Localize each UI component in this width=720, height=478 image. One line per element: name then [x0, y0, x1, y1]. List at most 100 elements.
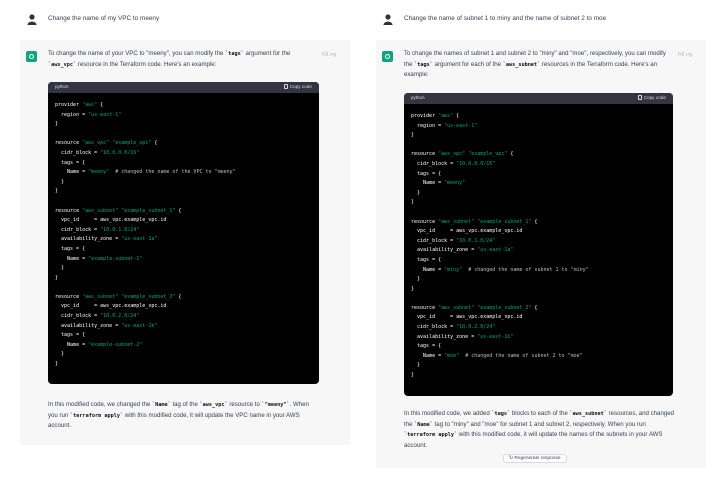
- code-token: availability_zone =: [55, 322, 122, 329]
- code-token: resource: [55, 140, 83, 147]
- code-line: region = "us-east-1": [411, 122, 589, 132]
- code-block: python Copy code provider "aws" { region…: [48, 82, 319, 384]
- code-language-label: python: [411, 95, 425, 100]
- code-token: cidr_block =: [411, 324, 457, 331]
- code-token: resource: [411, 151, 439, 158]
- code-string: "us-east-1b": [121, 322, 158, 329]
- code-line: Name = "example-subnet-2": [55, 341, 236, 351]
- code-token: Name =: [411, 180, 445, 187]
- code-line: resource "aws_subnet" "example_subnet_2"…: [411, 304, 589, 314]
- code-line: tags = {: [55, 245, 236, 255]
- code-token: resource: [411, 304, 439, 311]
- thumbs-up-icon[interactable]: 👍︎: [678, 52, 684, 58]
- code-comment: # changed the name of subnet 2 to "moe": [459, 352, 583, 359]
- code-line: tags = {: [55, 331, 236, 341]
- code-comment: # changed the name of the VPC to "meeny": [109, 169, 236, 176]
- code-line: Name = "example-subnet-1": [55, 255, 236, 265]
- code-token: region =: [55, 111, 89, 118]
- code-line: provider "aws" {: [411, 112, 589, 122]
- code-line: }: [411, 131, 589, 141]
- code-token: {: [531, 304, 538, 311]
- copy-code-label: Copy code: [643, 94, 666, 100]
- code-line: resource "aws_vpc" "example_vpc" {: [411, 150, 589, 160]
- code-token: tags = {: [411, 256, 442, 263]
- code-line: }: [55, 187, 236, 197]
- code-token: cidr_block =: [411, 160, 457, 167]
- code-token: resource: [55, 207, 83, 214]
- code-token: tags = {: [55, 159, 86, 166]
- copy-code-button[interactable]: Copy code: [283, 83, 312, 89]
- thumbs-down-icon[interactable]: 👎︎: [686, 52, 692, 58]
- assistant-outro-text: In this modified code, we added `tags` b…: [404, 409, 676, 451]
- code-token: }: [55, 121, 59, 128]
- code-content: provider "aws" { region = "us-east-1"} r…: [411, 112, 589, 381]
- code-line: resource "aws_subnet" "example_subnet_1"…: [411, 218, 589, 228]
- code-token: provider: [55, 102, 83, 108]
- inline-code: `tags`: [225, 51, 244, 57]
- regenerate-response-button[interactable]: ↻ Regenerate response: [503, 454, 567, 463]
- code-token: Name =: [55, 341, 89, 348]
- code-string: "10.0.2.0/24": [100, 313, 140, 320]
- code-line: tags = {: [411, 256, 589, 266]
- code-token: tags = {: [55, 245, 86, 252]
- copy-code-button[interactable]: Copy code: [637, 94, 666, 100]
- inline-code: `terraform apply`: [404, 432, 458, 438]
- code-line: cidr_block = "10.0.1.0/24": [55, 226, 236, 236]
- chatgpt-avatar-icon: [382, 51, 393, 62]
- code-line: availability_zone = "us-east-1a": [55, 235, 236, 245]
- code-string: "example_subnet_2": [477, 304, 532, 311]
- text-run: In this modified code, we added: [404, 410, 492, 417]
- code-string: "example_vpc": [112, 140, 152, 147]
- thumbs-up-icon[interactable]: 👍︎: [322, 52, 328, 58]
- inline-code: `"meeny"`: [261, 402, 290, 408]
- user-message-text: Change the name of subnet 1 to miny and …: [404, 15, 607, 22]
- code-string: "aws_subnet": [438, 218, 475, 225]
- code-line: vpc_id = aws_vpc.example_vpc.id: [55, 216, 236, 226]
- code-string: "us-east-1": [444, 122, 478, 129]
- code-line: availability_zone = "us-east-1b": [55, 322, 236, 332]
- feedback-icons: 👍︎ 👎︎: [322, 50, 336, 58]
- code-token: }: [55, 361, 59, 368]
- right-chat-panel: Change the name of subnet 1 to miny and …: [376, 0, 706, 478]
- inline-code: `tags`: [414, 61, 433, 68]
- code-string: "10.0.1.0/24": [100, 226, 140, 233]
- code-token: tags = {: [411, 343, 442, 350]
- code-token: vpc_id = aws_vpc.example_vpc.id: [411, 228, 523, 235]
- assistant-message: To change the names of subnet 1 and subn…: [376, 40, 706, 468]
- code-token: Name =: [55, 169, 89, 176]
- code-string: "example_vpc": [468, 151, 508, 158]
- inline-code: `aws_vpc`: [199, 402, 228, 408]
- code-token: }: [55, 351, 65, 358]
- code-token: Name =: [55, 255, 89, 262]
- code-token: region =: [411, 122, 445, 129]
- code-line: vpc_id = aws_vpc.example_vpc.id: [411, 227, 589, 237]
- code-comment: # changed the name of subnet 1 to "miny": [462, 266, 589, 273]
- code-string: "us-east-1b": [477, 333, 514, 340]
- code-token: vpc_id = aws_vpc.example_vpc.id: [55, 217, 167, 224]
- code-line: Name = "miny" # changed the name of subn…: [411, 266, 589, 276]
- assistant-message: To change the name of your VPC to "meeny…: [20, 40, 350, 445]
- code-line: }: [55, 264, 236, 274]
- code-line: vpc_id = aws_vpc.example_vpc.id: [411, 313, 589, 323]
- code-line: }: [411, 285, 589, 295]
- code-line: cidr_block = "10.0.1.0/24": [411, 237, 589, 247]
- text-run: resource in the Terraform code. Here's a…: [76, 60, 217, 68]
- code-string: "meeny": [88, 169, 110, 176]
- text-run: tag of the: [170, 401, 200, 408]
- left-chat-panel: Change the name of my VPC to meeny To ch…: [20, 0, 350, 478]
- code-string: "example_subnet_1": [477, 218, 532, 225]
- code-line: }: [411, 275, 589, 285]
- thumbs-down-icon[interactable]: 👎︎: [330, 52, 336, 58]
- code-string: "10.0.0.0/16": [456, 160, 496, 167]
- code-token: }: [411, 132, 415, 139]
- assistant-intro-text: To change the name of your VPC to "meeny…: [48, 49, 318, 70]
- code-token: {: [175, 293, 182, 300]
- copy-icon: [637, 94, 642, 100]
- code-line: tags = {: [411, 342, 589, 352]
- code-line: }: [55, 350, 236, 360]
- code-string: "aws": [438, 113, 454, 119]
- code-token: availability_zone =: [411, 247, 478, 254]
- code-token: }: [411, 372, 415, 379]
